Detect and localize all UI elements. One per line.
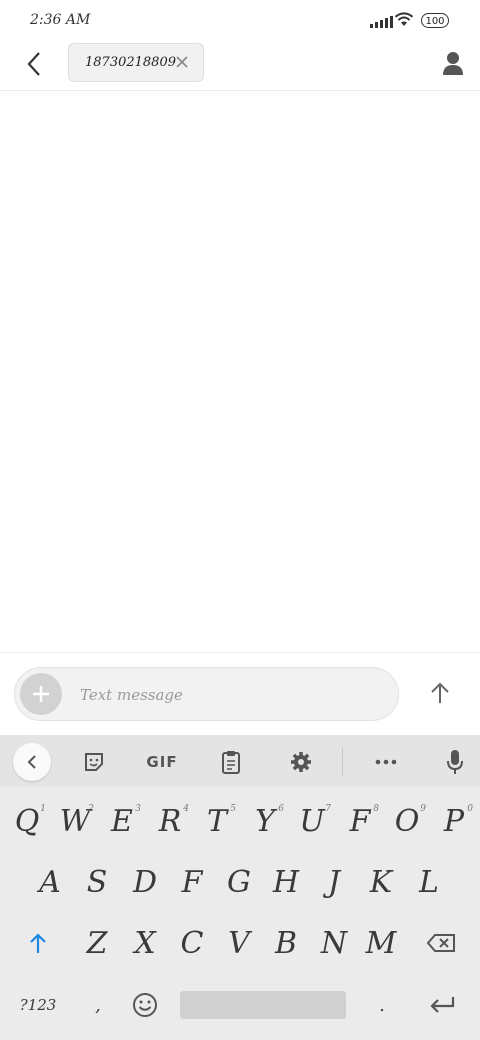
send-button[interactable]	[422, 675, 458, 711]
key-l[interactable]: L	[406, 857, 452, 907]
recipient-chip[interactable]: 18730218809	[68, 43, 204, 82]
key-k[interactable]: K	[358, 857, 404, 907]
add-icon	[33, 686, 49, 702]
key-a[interactable]: A	[27, 857, 73, 907]
key-v[interactable]: V	[216, 918, 262, 968]
send-arrow-icon	[431, 682, 449, 703]
clear-recipient-button[interactable]	[173, 53, 191, 75]
compose-divider	[0, 652, 480, 653]
key-c[interactable]: C	[169, 918, 215, 968]
symbols-key[interactable]: ?123	[18, 980, 58, 1030]
key-m[interactable]: M	[358, 918, 404, 968]
backspace-icon	[427, 934, 455, 952]
more-options-button[interactable]	[372, 747, 400, 777]
key-x[interactable]: X	[122, 918, 168, 968]
sticker-icon	[85, 753, 103, 771]
enter-icon	[430, 997, 455, 1013]
wifi-icon	[394, 11, 414, 31]
emoji-icon	[133, 993, 157, 1017]
settings-icon	[291, 752, 311, 772]
key-t[interactable]: T5	[194, 796, 240, 846]
key-j[interactable]: J	[311, 857, 357, 907]
signal-icon	[370, 14, 393, 28]
emoji-key[interactable]	[126, 980, 164, 1030]
back-button[interactable]	[18, 46, 50, 82]
add-attachment-button[interactable]	[20, 673, 62, 715]
key-d[interactable]: D	[122, 857, 168, 907]
message-input[interactable]	[14, 667, 399, 721]
contact-icon	[443, 52, 463, 75]
back-arrow-icon	[27, 52, 40, 76]
toolbar-separator	[342, 748, 343, 776]
more-icon	[375, 759, 397, 765]
battery-icon: 100	[421, 13, 449, 28]
key-p[interactable]: P0	[431, 796, 477, 846]
status-time: 2:36 AM	[30, 12, 91, 28]
backspace-key[interactable]	[418, 918, 466, 968]
key-e[interactable]: E3	[99, 796, 145, 846]
clipboard-icon	[222, 751, 240, 774]
key-q[interactable]: Q1	[4, 796, 50, 846]
key-n[interactable]: N	[311, 918, 357, 968]
key-b[interactable]: B	[263, 918, 309, 968]
key-h[interactable]: H	[263, 857, 309, 907]
clear-icon	[176, 56, 188, 68]
key-o[interactable]: O9	[384, 796, 430, 846]
message-thread	[0, 91, 480, 652]
gif-button[interactable]: GIF	[143, 747, 181, 777]
key-s[interactable]: S	[74, 857, 120, 907]
sticker-button[interactable]	[80, 747, 108, 777]
keyboard-settings-button[interactable]	[288, 747, 314, 777]
enter-key[interactable]	[420, 980, 464, 1030]
key-i[interactable]: F8	[337, 796, 383, 846]
collapse-icon	[27, 755, 36, 769]
key-u[interactable]: U7	[289, 796, 335, 846]
period-key[interactable]: .	[364, 980, 400, 1030]
shift-key[interactable]	[14, 918, 62, 968]
keyboard-collapse-button[interactable]	[13, 743, 51, 781]
shift-arrow-icon	[30, 933, 46, 953]
message-placeholder: Text message	[80, 686, 183, 704]
key-y[interactable]: Y6	[242, 796, 288, 846]
comma-key[interactable]: ,	[80, 980, 116, 1030]
key-g[interactable]: G	[216, 857, 262, 907]
key-f[interactable]: F	[169, 857, 215, 907]
key-z[interactable]: Z	[74, 918, 120, 968]
recipient-number: 18730218809	[85, 55, 176, 70]
key-w[interactable]: W2	[52, 796, 98, 846]
clipboard-button[interactable]	[218, 747, 244, 777]
space-bar[interactable]	[180, 991, 346, 1019]
key-r[interactable]: R4	[147, 796, 193, 846]
voice-input-button[interactable]	[443, 747, 467, 777]
contact-button[interactable]	[438, 48, 468, 78]
mic-icon	[447, 750, 463, 774]
